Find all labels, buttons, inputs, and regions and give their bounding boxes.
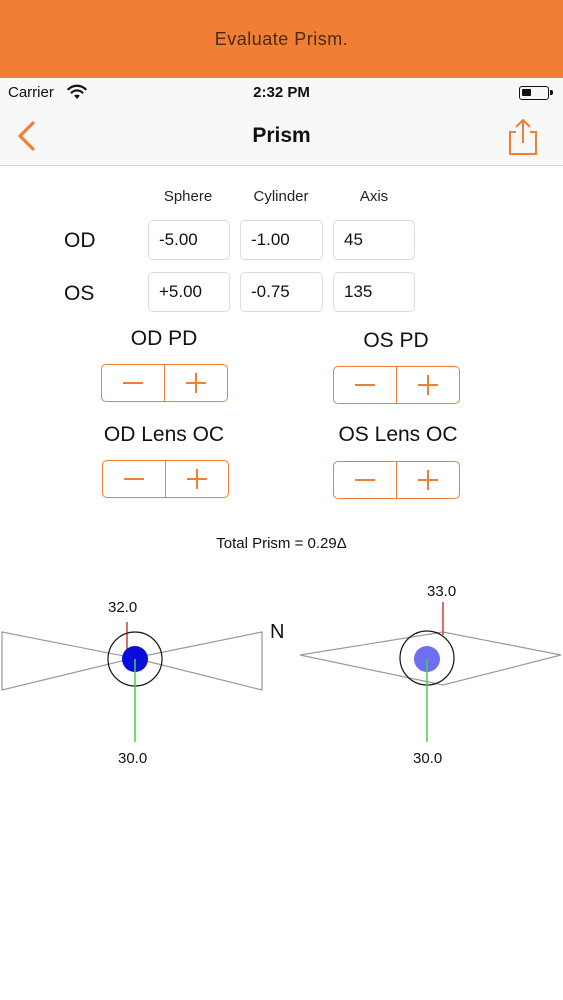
minus-icon: [123, 382, 143, 384]
od-lens-outline: [133, 631, 263, 691]
od-lens-outline: [1, 631, 135, 691]
os-pd-increment-button[interactable]: [396, 367, 459, 403]
od-pd-decrement-button[interactable]: [102, 365, 164, 401]
os-bottom-value: 30.0: [413, 750, 442, 767]
plus-icon: [418, 470, 438, 490]
os-axis-field[interactable]: 135: [333, 272, 415, 312]
os-top-value: 33.0: [427, 583, 456, 600]
nasal-label: N: [270, 621, 284, 643]
status-bar: Carrier 2:32 PM: [0, 78, 563, 108]
row-label-od: OD: [64, 229, 96, 252]
column-header-axis: Axis: [359, 188, 389, 205]
od-pd-label: OD PD: [130, 327, 198, 350]
os-cylinder-field[interactable]: -0.75: [240, 272, 323, 312]
share-button[interactable]: [505, 116, 541, 158]
od-cylinder-field[interactable]: -1.00: [240, 220, 323, 260]
app-banner: Evaluate Prism.: [0, 0, 563, 78]
column-header-sphere: Sphere: [163, 188, 213, 205]
os-lens-oc-stepper: [333, 461, 460, 499]
battery-icon: [519, 86, 553, 100]
navigation-bar: Prism: [0, 108, 563, 166]
row-label-os: OS: [64, 282, 95, 305]
od-axis-field[interactable]: 45: [333, 220, 415, 260]
os-sphere-field[interactable]: +5.00: [148, 272, 230, 312]
plus-icon: [187, 469, 207, 489]
od-lens-oc-stepper: [102, 460, 229, 498]
page-title: Prism: [252, 124, 311, 147]
status-time: 2:32 PM: [253, 84, 310, 101]
od-bottom-value: 30.0: [118, 750, 147, 767]
os-pd-stepper: [333, 366, 460, 404]
od-top-value: 32.0: [108, 599, 137, 616]
od-pd-increment-button[interactable]: [164, 365, 227, 401]
minus-icon: [124, 478, 144, 480]
lens-diagram: 32.0 30.0 N 33.0 30.0: [1, 583, 562, 767]
od-lens-oc-label: OD Lens OC: [103, 423, 225, 446]
od-lens-oc-decrement-button[interactable]: [103, 461, 165, 497]
plus-icon: [186, 373, 206, 393]
share-icon: [509, 118, 537, 155]
minus-icon: [355, 384, 375, 386]
os-lens-oc-increment-button[interactable]: [396, 462, 459, 498]
od-sphere-field[interactable]: -5.00: [148, 220, 230, 260]
os-lens-oc-label: OS Lens OC: [338, 423, 458, 446]
os-pd-label: OS PD: [363, 329, 429, 352]
od-pd-stepper: [101, 364, 228, 402]
os-pd-decrement-button[interactable]: [334, 367, 396, 403]
minus-icon: [355, 479, 375, 481]
od-lens-oc-increment-button[interactable]: [165, 461, 228, 497]
os-lens-oc-decrement-button[interactable]: [334, 462, 396, 498]
total-prism-label: Total Prism = 0.29Δ: [216, 535, 347, 552]
column-header-cylinder: Cylinder: [253, 188, 309, 205]
banner-title: Evaluate Prism.: [214, 28, 349, 49]
plus-icon: [418, 375, 438, 395]
